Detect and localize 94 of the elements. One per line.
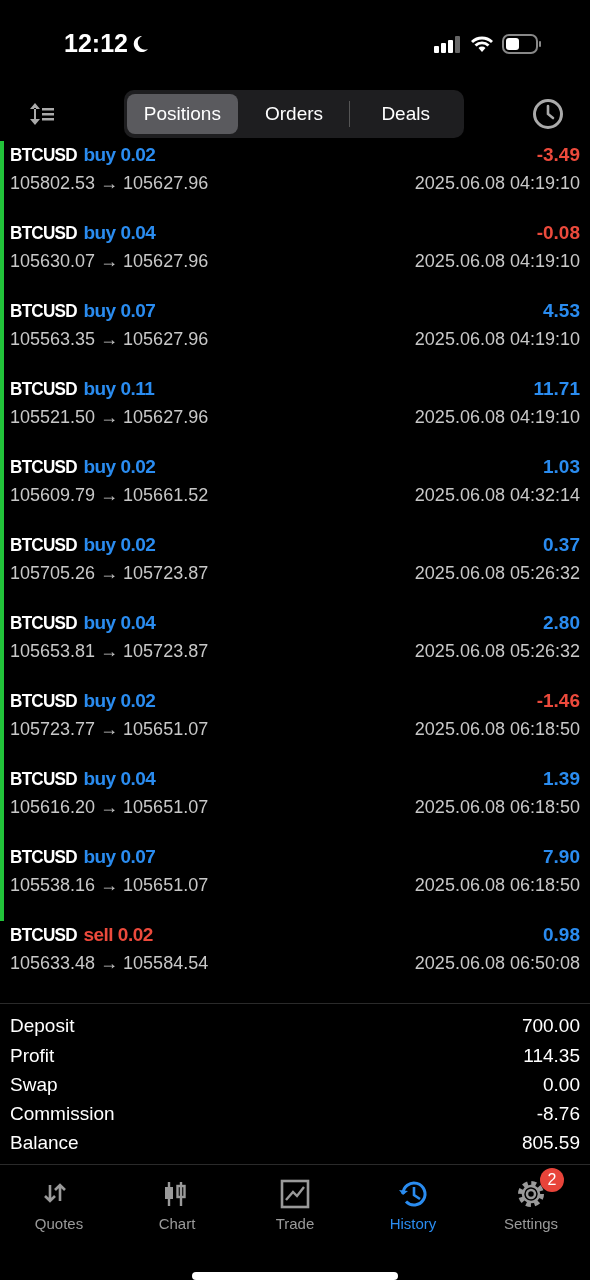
symbol-label: BTCUSD xyxy=(10,221,77,244)
history-icon xyxy=(398,1178,428,1209)
signal-icon xyxy=(434,34,462,53)
trade-row[interactable]: BTCUSD buy 0.11 11.71 105521.50 → 105627.96 2025.06.08 04:19:10 xyxy=(0,374,590,453)
profit-value: -3.49 xyxy=(536,143,580,166)
trade-volume: buy 0.11 xyxy=(83,377,155,400)
symbol-label: BTCUSD xyxy=(10,143,77,166)
symbol-label: BTCUSD xyxy=(10,455,77,478)
price-range: 105653.81 → 105723.87 xyxy=(10,641,209,663)
price-range: 105705.26 → 105723.87 xyxy=(10,563,209,585)
profit-value: 2.80 xyxy=(543,611,580,634)
trade-row[interactable]: BTCUSD buy 0.07 7.90 105538.16 → 105651.07 2025.06.08 06:18:50 xyxy=(0,842,590,921)
trade-time: 2025.06.08 06:18:50 xyxy=(414,719,580,741)
summary-value: 114.35 xyxy=(523,1044,580,1067)
trade-time: 2025.06.08 04:19:10 xyxy=(414,407,580,429)
settings-icon xyxy=(516,1178,546,1209)
price-range: 105563.35 → 105627.96 xyxy=(10,329,209,351)
profit-value: 7.90 xyxy=(543,845,580,868)
segment-tab[interactable]: Deals xyxy=(350,94,461,134)
price-range: 105521.50 → 105627.96 xyxy=(10,407,209,429)
trade-row[interactable]: BTCUSD sell 0.02 0.98 105633.48 → 105584.54 2025.06.08 06:50:08 xyxy=(0,920,590,999)
segment-tab[interactable]: Positions xyxy=(127,94,238,134)
summary-label: Commission xyxy=(10,1102,115,1125)
trade-time: 2025.06.08 05:26:32 xyxy=(414,563,580,585)
summary-value: 805.59 xyxy=(521,1132,580,1155)
symbol-label: BTCUSD xyxy=(10,845,77,868)
profit-value: 1.39 xyxy=(543,767,580,790)
profit-value: 11.71 xyxy=(533,377,580,400)
trade-row[interactable]: BTCUSD buy 0.02 -3.49 105802.53 → 105627.96 2025.06.08 04:19:10 xyxy=(0,140,590,219)
tab-item[interactable]: Trade xyxy=(236,1164,354,1252)
trade-row[interactable]: BTCUSD buy 0.02 -1.46 105723.77 → 105651.07 2025.06.08 06:18:50 xyxy=(0,686,590,765)
trade-volume: buy 0.04 xyxy=(83,767,156,790)
summary-label: Balance xyxy=(10,1132,79,1155)
trade-volume: buy 0.04 xyxy=(83,221,156,244)
profit-value: 1.03 xyxy=(543,455,580,478)
trade-time: 2025.06.08 06:18:50 xyxy=(414,797,580,819)
summary-label: Deposit xyxy=(10,1015,75,1038)
summary-label: Swap xyxy=(10,1073,58,1096)
trade-time: 2025.06.08 06:18:50 xyxy=(414,875,580,897)
price-range: 105630.07 → 105627.96 xyxy=(10,251,209,273)
price-range: 105616.20 → 105651.07 xyxy=(10,797,209,819)
trade-time: 2025.06.08 06:50:08 xyxy=(414,953,580,975)
trade-row[interactable]: BTCUSD buy 0.07 4.53 105563.35 → 105627.96 2025.06.08 04:19:10 xyxy=(0,296,590,375)
profit-value: 0.98 xyxy=(543,923,580,946)
tab-item[interactable]: Quotes xyxy=(0,1164,118,1252)
tab-item[interactable]: History xyxy=(354,1164,472,1252)
summary-value: -8.76 xyxy=(536,1102,580,1125)
trade-volume: buy 0.02 xyxy=(83,689,156,712)
trade-volume: buy 0.07 xyxy=(83,299,156,322)
trade-volume: buy 0.02 xyxy=(83,455,156,478)
price-range: 105802.53 → 105627.96 xyxy=(10,173,209,195)
trade-volume: buy 0.02 xyxy=(83,533,156,556)
symbol-label: BTCUSD xyxy=(10,923,77,946)
profit-value: -1.46 xyxy=(536,689,580,712)
symbol-label: BTCUSD xyxy=(10,299,77,322)
trade-row[interactable]: BTCUSD buy 0.02 0.37 105705.26 → 105723.87 2025.06.08 05:26:32 xyxy=(0,530,590,609)
wifi-icon xyxy=(470,34,494,53)
profit-value: 0.37 xyxy=(543,533,580,556)
summary-value: 0.00 xyxy=(543,1073,580,1096)
status-time: 12:12 xyxy=(64,29,128,59)
profit-value: 4.53 xyxy=(543,299,580,322)
trade-time: 2025.06.08 04:19:10 xyxy=(414,173,580,195)
trade-volume: sell 0.02 xyxy=(83,923,153,946)
clock-icon[interactable] xyxy=(532,98,564,130)
trade-row[interactable]: BTCUSD buy 0.04 -0.08 105630.07 → 105627.96 2025.06.08 04:19:10 xyxy=(0,218,590,297)
notification-badge: 2 xyxy=(540,1167,564,1192)
symbol-label: BTCUSD xyxy=(10,377,77,400)
line-chart-icon xyxy=(280,1178,310,1209)
price-range: 105723.77 → 105651.07 xyxy=(10,719,209,741)
trade-time: 2025.06.08 05:26:32 xyxy=(414,641,580,663)
tab-item[interactable]: Chart xyxy=(118,1164,236,1252)
trade-row[interactable]: BTCUSD buy 0.02 1.03 105609.79 → 105661.52 2025.06.08 04:32:14 xyxy=(0,452,590,531)
sort-icon[interactable] xyxy=(28,101,56,127)
summary-label: Profit xyxy=(10,1044,55,1067)
trade-volume: buy 0.04 xyxy=(83,611,156,634)
summary-value: 700.00 xyxy=(521,1015,580,1038)
price-range: 105538.16 → 105651.07 xyxy=(10,875,209,897)
tab-item[interactable]: 2 Settings xyxy=(472,1164,590,1252)
profit-value: -0.08 xyxy=(536,221,580,244)
trade-time: 2025.06.08 04:19:10 xyxy=(414,251,580,273)
price-range: 105633.48 → 105584.54 xyxy=(10,953,209,975)
symbol-label: BTCUSD xyxy=(10,767,77,790)
trade-row[interactable]: BTCUSD buy 0.04 1.39 105616.20 → 105651.07 2025.06.08 06:18:50 xyxy=(0,764,590,843)
trade-volume: buy 0.07 xyxy=(83,845,156,868)
symbol-label: BTCUSD xyxy=(10,689,77,712)
segment-tab[interactable]: Orders xyxy=(238,94,350,134)
symbol-label: BTCUSD xyxy=(10,533,77,556)
trade-time: 2025.06.08 04:32:14 xyxy=(414,485,580,507)
symbol-label: BTCUSD xyxy=(10,611,77,634)
trade-volume: buy 0.02 xyxy=(83,143,156,166)
trade-row[interactable]: BTCUSD buy 0.04 2.80 105653.81 → 105723.87 2025.06.08 05:26:32 xyxy=(0,608,590,687)
battery-icon xyxy=(502,33,542,54)
trade-time: 2025.06.08 04:19:10 xyxy=(414,329,580,351)
price-range: 105609.79 → 105661.52 xyxy=(10,485,209,507)
